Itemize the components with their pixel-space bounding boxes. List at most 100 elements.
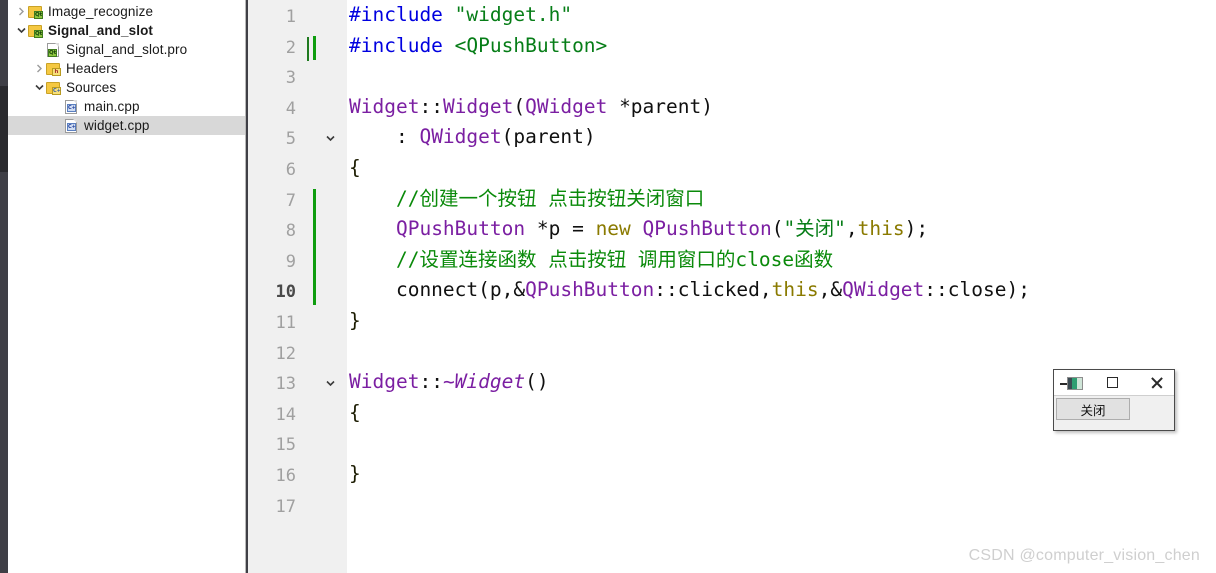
text-caret <box>307 36 309 61</box>
code-text-area[interactable]: #include "widget.h" #include <QPushButton… <box>347 0 1216 573</box>
sidebar-item-label: Signal_and_slot <box>48 23 154 38</box>
code-token: QPushButton <box>642 217 772 241</box>
line-number: 16 <box>275 466 296 486</box>
code-line[interactable]: //创建一个按钮 点击按钮关闭窗口 <box>347 184 1216 215</box>
sidebar-item-label: widget.cpp <box>84 118 150 133</box>
line-number: 13 <box>275 374 296 395</box>
code-token: new <box>595 217 631 241</box>
sidebar-item-main-cpp[interactable]: C+ main.cpp <box>8 97 245 116</box>
qt-window-titlebar[interactable] <box>1054 370 1174 396</box>
code-editor[interactable]: 1 2 3 4 5 6 7 8 9 10 11 12 13 14 15 16 17 #include "widg… <box>246 0 1216 573</box>
sidebar-item-sources[interactable]: C+ Sources <box>8 78 245 97</box>
code-token: *p = <box>525 217 596 241</box>
code-token: } <box>349 461 361 485</box>
code-token: QPushButton <box>395 217 526 241</box>
fold-chevron-down-icon[interactable] <box>322 124 338 155</box>
sidebar-item-label: Sources <box>66 80 117 95</box>
qt-project-file-icon: Qt <box>46 42 61 57</box>
code-line[interactable]: } <box>347 306 1216 337</box>
line-number: 11 <box>275 313 296 333</box>
fold-chevron-down-icon[interactable] <box>322 369 338 400</box>
project-tree-sidebar[interactable]: Qt Image_recognize Qt Signal_and_slot Qt Sign… <box>8 0 246 573</box>
code-token: "widget.h" <box>454 3 573 26</box>
code-token: #include <box>349 3 455 26</box>
qt-application-window[interactable]: 关闭 <box>1053 369 1175 431</box>
code-token: :: <box>419 370 443 394</box>
code-line[interactable]: } <box>347 459 1216 490</box>
code-line[interactable]: Widget::Widget(QWidget *parent) <box>347 92 1216 123</box>
sidebar-item-label: Image_recognize <box>48 4 154 19</box>
line-number: 6 <box>285 160 296 180</box>
qt-window-client-area: 关闭 <box>1054 396 1174 430</box>
line-number: 10 <box>275 282 296 303</box>
sources-folder-icon: C+ <box>46 80 61 95</box>
code-line[interactable] <box>347 490 1216 521</box>
code-line[interactable]: { <box>347 153 1216 184</box>
cpp-file-icon: C+ <box>64 99 79 114</box>
code-token: ~Widget <box>442 370 526 394</box>
sidebar-item-label: main.cpp <box>84 99 140 114</box>
code-token: #include <box>349 33 455 57</box>
close-push-button[interactable]: 关闭 <box>1056 398 1130 420</box>
code-token: ); <box>904 217 929 241</box>
code-token: ,& <box>818 278 843 302</box>
sidebar-item-headers[interactable]: h Headers <box>8 59 245 78</box>
line-number: 3 <box>285 68 296 89</box>
code-token: QPushButton <box>525 278 655 302</box>
watermark: CSDN @computer_vision_chen <box>968 547 1200 564</box>
qt-creator-window: Qt Image_recognize Qt Signal_and_slot Qt Sign… <box>0 0 1216 573</box>
left-mode-strip <box>0 0 8 573</box>
line-number: 12 <box>275 343 296 364</box>
qt-folder-icon: Qt <box>28 4 43 19</box>
code-token: ( <box>771 217 784 241</box>
code-token: this <box>771 278 819 302</box>
sidebar-item-widget-cpp[interactable]: C+ widget.cpp <box>8 116 245 135</box>
code-line[interactable] <box>347 428 1216 459</box>
sidebar-item-label: Signal_and_slot.pro <box>66 42 188 57</box>
code-token: : <box>349 125 420 149</box>
code-token: <QPushButton> <box>454 33 608 57</box>
code-token: (parent) <box>501 125 596 149</box>
sidebar-item-signal-and-slot[interactable]: Qt Signal_and_slot <box>8 21 245 40</box>
chevron-down-icon[interactable] <box>32 84 46 91</box>
maximize-icon[interactable] <box>1107 377 1118 388</box>
code-line[interactable]: connect(p,&QPushButton::clicked,this,&QW… <box>347 275 1216 306</box>
code-token: //创建一个按钮 点击按钮关闭窗口 <box>395 186 705 210</box>
code-token: QWidget <box>419 125 502 149</box>
code-line[interactable]: : QWidget(parent) <box>347 122 1216 153</box>
sidebar-scrollbar-thumb[interactable] <box>0 86 8 172</box>
line-number: 1 <box>285 7 296 27</box>
code-token: Widget <box>349 94 420 118</box>
code-line[interactable]: QPushButton *p = new QPushButton("关闭",th… <box>347 214 1216 245</box>
close-icon[interactable] <box>1150 376 1163 389</box>
code-token: *parent) <box>607 94 713 118</box>
code-token: "关闭" <box>783 217 846 241</box>
code-token: ::close); <box>924 278 1030 302</box>
line-number: 14 <box>275 404 296 425</box>
code-line[interactable]: //设置连接函数 点击按钮 调用窗口的close函数 <box>347 245 1216 276</box>
cpp-file-icon: C+ <box>64 118 79 133</box>
code-line[interactable] <box>347 61 1216 92</box>
chevron-right-icon[interactable] <box>14 7 28 16</box>
code-token: this <box>857 217 905 241</box>
line-number: 17 <box>275 496 296 517</box>
sidebar-item-image-recognize[interactable]: Qt Image_recognize <box>8 2 245 21</box>
code-line[interactable] <box>347 337 1216 368</box>
code-token: QWidget <box>842 278 925 302</box>
code-token: { <box>349 400 361 424</box>
code-token: ::clicked, <box>654 278 772 302</box>
line-number: 2 <box>285 37 296 58</box>
chevron-right-icon[interactable] <box>32 64 46 73</box>
sidebar-item-signal-and-slot-pro[interactable]: Qt Signal_and_slot.pro <box>8 40 245 59</box>
line-number: 5 <box>285 129 296 150</box>
application-icon <box>1067 377 1083 390</box>
code-token: } <box>349 308 361 332</box>
line-number: 7 <box>285 190 296 211</box>
code-line[interactable]: #include <QPushButton> <box>347 31 1216 62</box>
chevron-down-icon[interactable] <box>14 27 28 34</box>
line-number: 8 <box>285 221 296 242</box>
code-line[interactable]: #include "widget.h" <box>347 0 1216 31</box>
